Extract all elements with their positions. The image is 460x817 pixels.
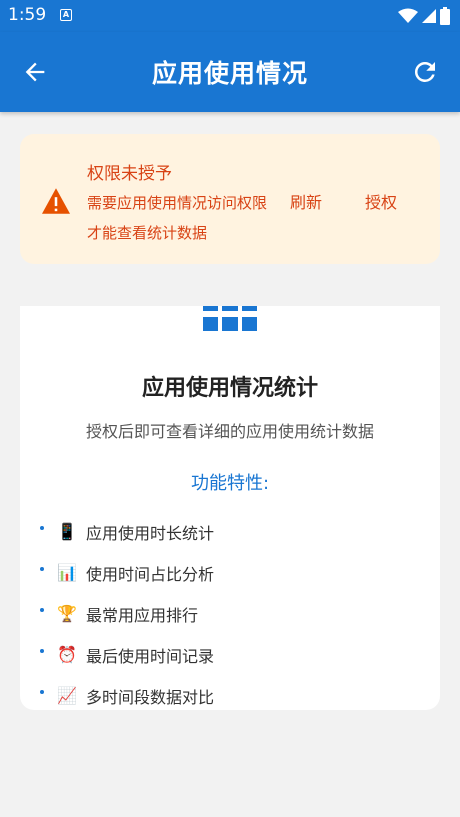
phone-icon: 📱 <box>57 522 77 541</box>
stats-subtitle: 授权后即可查看详细的应用使用统计数据 <box>85 422 374 441</box>
wifi-icon <box>398 8 418 23</box>
grant-button[interactable]: 授权 <box>365 189 397 213</box>
alarm-clock-icon: ⏰ <box>57 645 77 664</box>
bar-chart-icon: 📊 <box>57 563 77 582</box>
bullet-icon <box>40 607 44 612</box>
usage-info-card: 应用使用情况统计 授权后即可查看详细的应用使用统计数据 功能特性: 📱 应用使用… <box>20 306 440 710</box>
warning-message: 需要应用使用情况访问权限才能查看统计数据 <box>87 194 268 242</box>
feature-label: 多时间段数据对比 <box>86 687 215 707</box>
list-item: ⏰ 最后使用时间记录 <box>40 634 420 675</box>
feature-label: 使用时间占比分析 <box>86 564 215 584</box>
stats-title: 应用使用情况统计 <box>141 376 318 401</box>
status-icons <box>398 7 450 25</box>
app-bar: 应用使用情况 <box>0 32 460 112</box>
feature-label: 应用使用时长统计 <box>86 523 215 543</box>
trophy-icon: 🏆 <box>57 604 77 623</box>
notification-icon: A <box>60 9 72 21</box>
status-bar: 1:59 A <box>0 0 460 32</box>
list-item: 🏆 最常用应用排行 <box>40 593 420 634</box>
warning-title: 权限未授予 <box>87 164 172 184</box>
refresh-button[interactable]: 刷新 <box>290 189 322 213</box>
bullet-icon <box>40 648 44 653</box>
bullet-icon <box>40 689 44 694</box>
feature-label: 最后使用时间记录 <box>86 646 215 666</box>
list-item: 📊 使用时间占比分析 <box>40 552 420 593</box>
status-time: 1:59 <box>8 5 47 25</box>
feature-list: 📱 应用使用时长统计 📊 使用时间占比分析 🏆 最常用应用排行 ⏰ 最后使用时间… <box>40 511 420 716</box>
grid-icon <box>203 306 257 331</box>
battery-icon <box>440 7 450 25</box>
list-item: 📈 多时间段数据对比 <box>40 675 420 716</box>
bullet-icon <box>40 566 44 571</box>
bullet-icon <box>40 525 44 530</box>
signal-icon <box>422 9 436 23</box>
warning-icon <box>42 188 70 214</box>
list-item: 📱 应用使用时长统计 <box>40 511 420 552</box>
permission-warning-card: 权限未授予 需要应用使用情况访问权限才能查看统计数据 刷新 授权 <box>20 134 440 264</box>
page-title: 应用使用情况 <box>151 59 308 88</box>
trend-chart-icon: 📈 <box>57 686 77 705</box>
refresh-icon[interactable] <box>410 57 440 87</box>
feature-label: 最常用应用排行 <box>86 605 199 625</box>
features-heading: 功能特性: <box>190 473 270 494</box>
